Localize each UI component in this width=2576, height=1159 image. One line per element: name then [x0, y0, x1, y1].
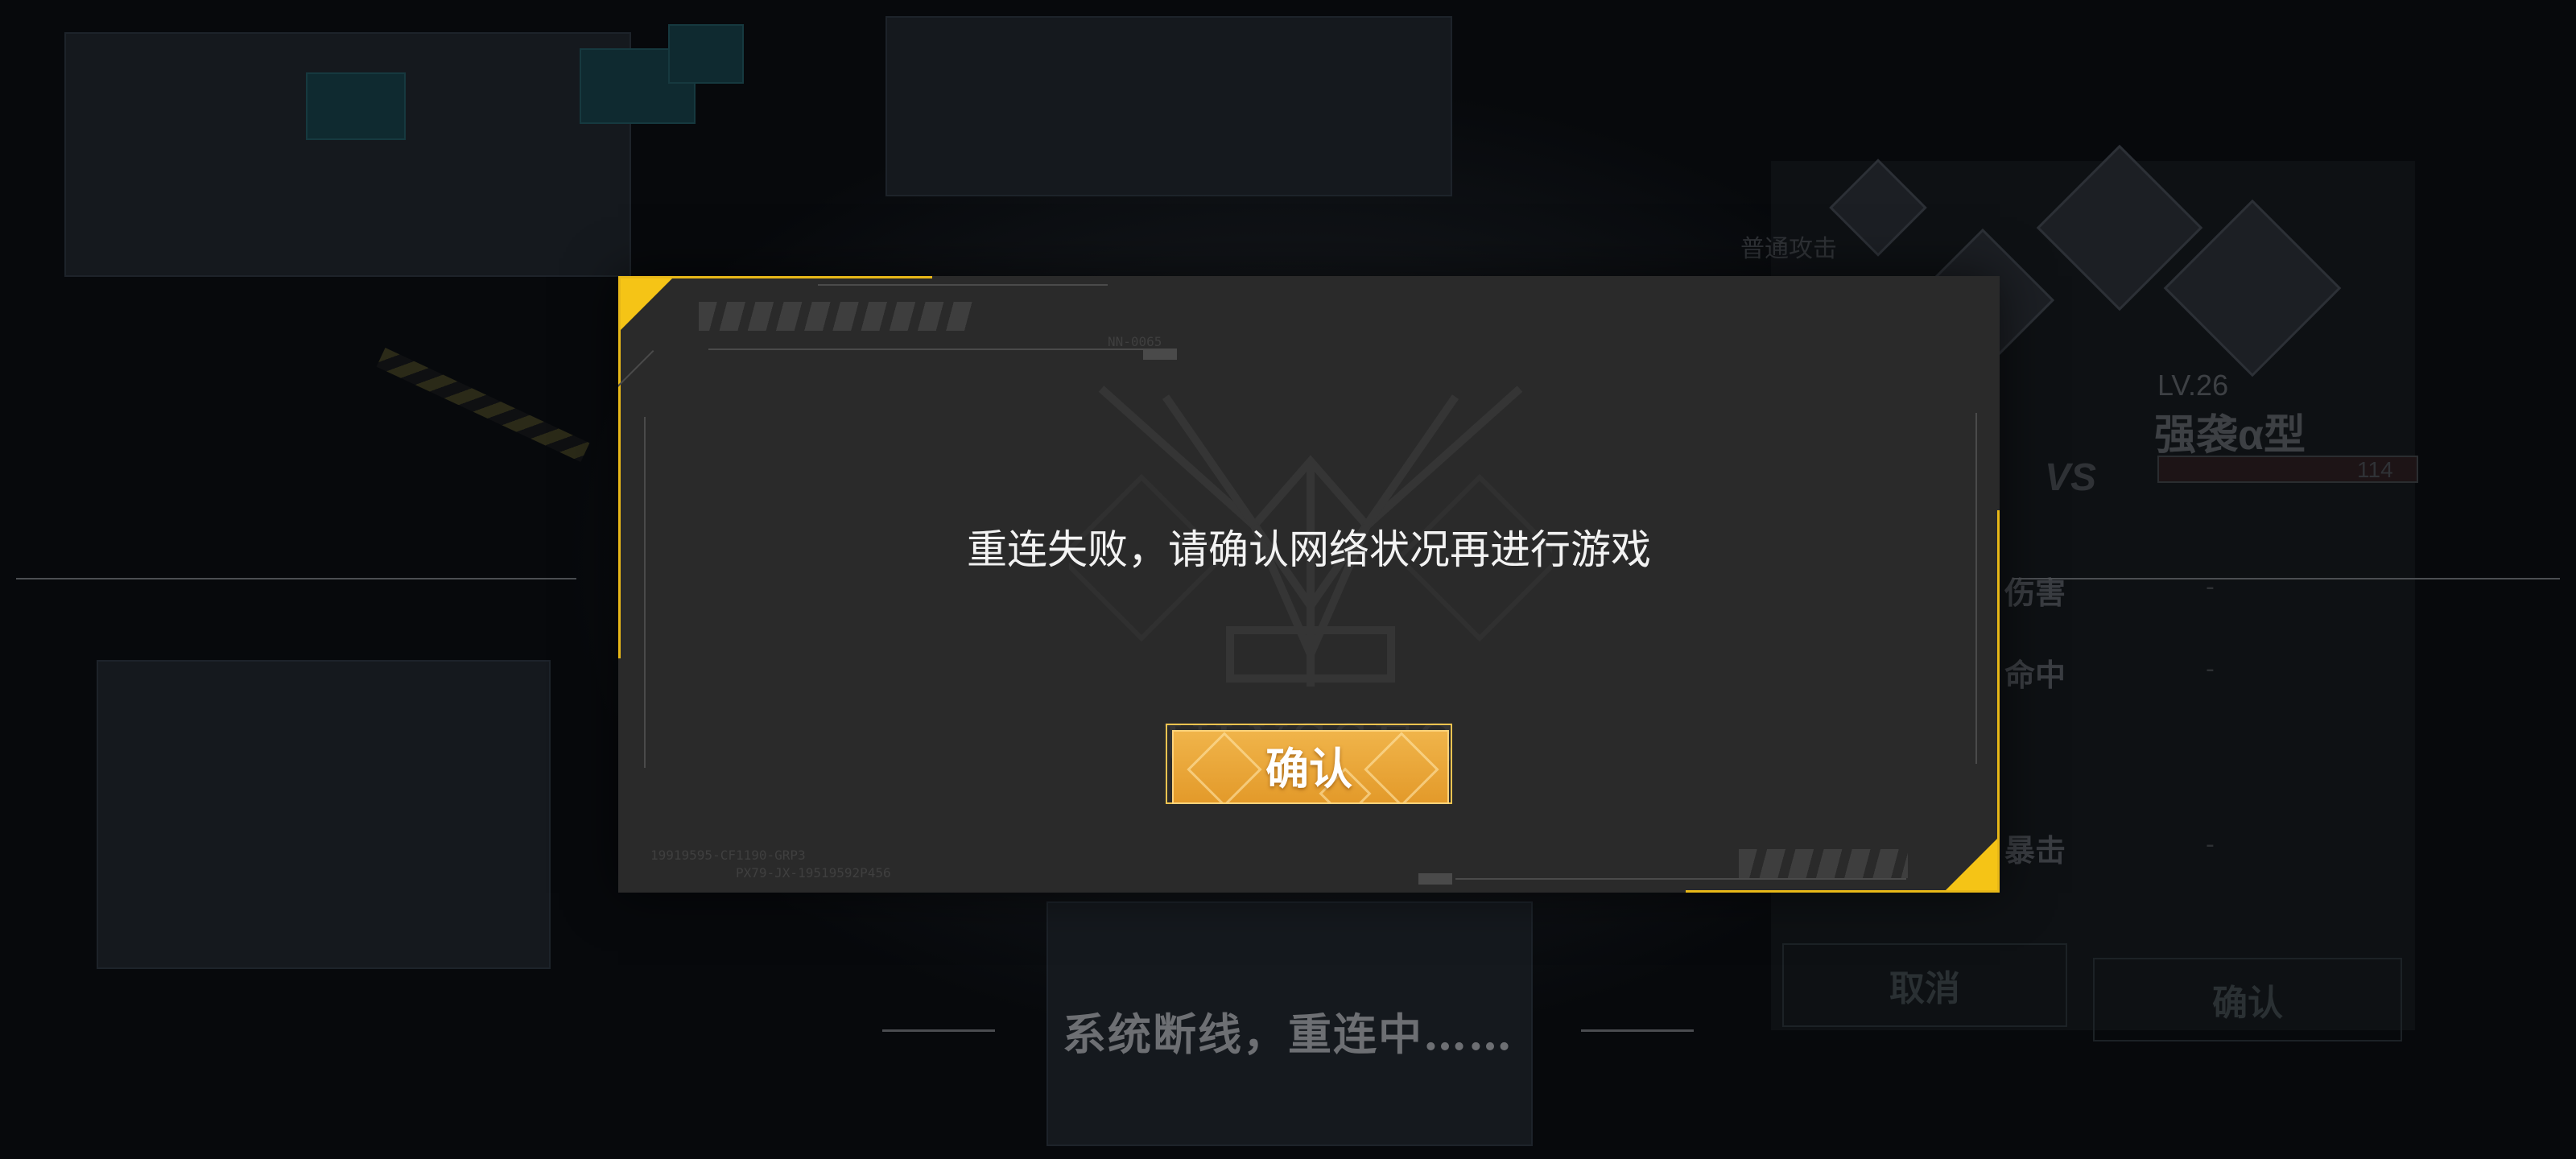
accent-line-top	[618, 276, 932, 278]
skill-label: 普通攻击	[1740, 236, 1837, 262]
deco-tab	[1143, 349, 1177, 360]
deco-line	[818, 284, 1108, 286]
stat-hit-value: -	[2206, 655, 2215, 683]
scene-floor-block	[97, 660, 551, 969]
reconnect-status-text: 系统断线，重连中……	[1063, 1008, 1513, 1060]
deco-frame-left	[644, 417, 646, 768]
stat-crit-value: -	[2206, 831, 2215, 859]
stat-crit-label: 暴击	[2004, 833, 2066, 868]
scene-structure	[886, 16, 1452, 196]
hp-value: 114	[2357, 457, 2393, 482]
divider-left	[16, 578, 576, 580]
character-level: LV.26	[2157, 369, 2229, 402]
reconnect-status-bar: 系统断线，重连中……	[0, 998, 2576, 1062]
accent-line-left	[618, 276, 621, 658]
deco-frame-right	[1975, 413, 1977, 764]
confirm-button[interactable]: 确认	[1166, 724, 1452, 806]
corner-accent-bottom-right	[1943, 836, 2000, 893]
reconnect-failed-dialog: NN-0065 19919595-CF1190-GRP3 PX79-JX-195…	[618, 276, 2000, 893]
vs-emblem: VS	[2045, 456, 2097, 499]
stat-hit-label: 命中	[2004, 658, 2066, 693]
deco-slashes-bottom	[1739, 849, 1908, 878]
divider-right	[2013, 578, 2560, 580]
scene-window	[668, 24, 744, 84]
corner-accent-top-left	[618, 276, 675, 332]
deco-tab	[1418, 873, 1452, 885]
deco-slashes-top	[699, 302, 972, 331]
confirm-button-label: 确认	[1265, 743, 1352, 794]
deco-frame-bottom	[1455, 878, 1906, 880]
scene-hazard-stripe	[376, 348, 590, 462]
reconnect-line-right	[1581, 1029, 1694, 1032]
accent-line-bottom	[1686, 890, 2000, 893]
reconnect-line-left	[882, 1029, 995, 1032]
scene-building	[64, 32, 631, 277]
deco-code-top: NN-0065	[1108, 334, 1162, 349]
scene-window	[306, 72, 406, 140]
character-name: 强袭α型	[2154, 412, 2306, 459]
dialog-message: 重连失败，请确认网络状况再进行游戏	[967, 526, 1651, 573]
deco-frame-corner	[618, 350, 654, 417]
stat-damage-label: 伤害	[2004, 575, 2066, 611]
deco-code-bottom-2: PX79-JX-19519592P456	[736, 865, 891, 881]
deco-code-bottom-1: 19919595-CF1190-GRP3	[650, 848, 806, 863]
deco-frame-top	[708, 349, 1159, 350]
